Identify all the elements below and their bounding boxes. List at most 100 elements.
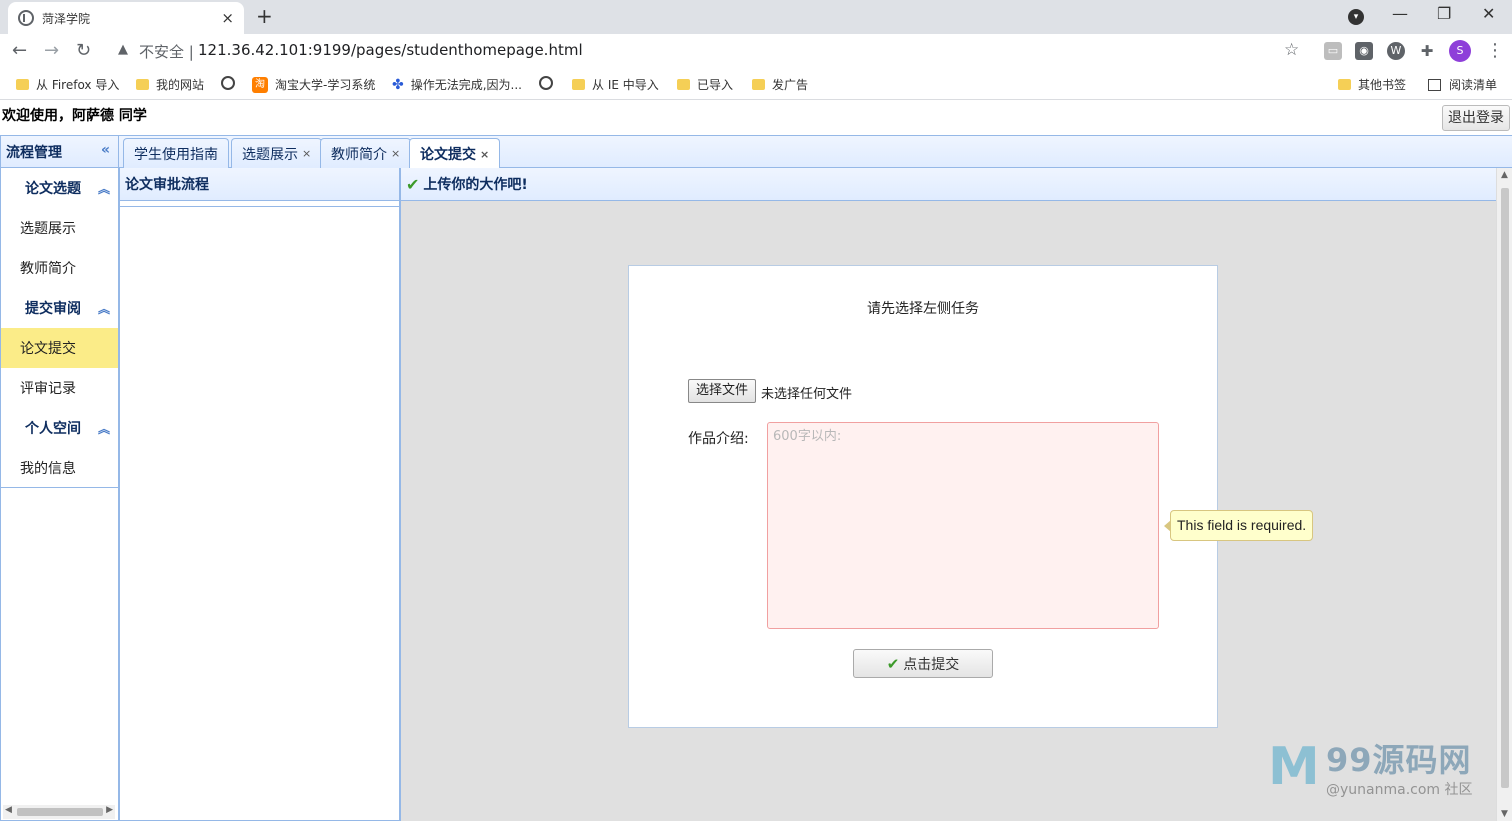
- scroll-up-icon[interactable]: ▲: [1501, 170, 1508, 180]
- submit-form: 请先选择左侧任务 选择文件 未选择任何文件 作品介绍: ✔ 点击提交: [628, 265, 1218, 728]
- scroll-left-icon[interactable]: ◀: [5, 805, 12, 815]
- new-tab-button[interactable]: +: [256, 4, 273, 28]
- menu-group-label: 论文选题: [25, 181, 81, 197]
- bookmarks-bar: 从 Firefox 导入 我的网站 淘淘宝大学-学习系统 ✤ 操作无法完成,因为.…: [0, 68, 1512, 100]
- form-hint: 请先选择左侧任务: [867, 301, 979, 317]
- watermark-logo: M: [1268, 737, 1320, 797]
- folder-icon: [677, 79, 690, 90]
- bookmark-globe[interactable]: [539, 76, 560, 90]
- profile-avatar[interactable]: S: [1449, 40, 1471, 62]
- scroll-down-icon[interactable]: ▼: [1501, 809, 1508, 819]
- validation-tooltip: This field is required.: [1163, 510, 1314, 541]
- choose-file-button[interactable]: 选择文件: [688, 379, 756, 403]
- menu-item-thesis-submit[interactable]: 论文提交: [1, 328, 118, 368]
- approval-flow-panel: 论文审批流程: [119, 168, 400, 821]
- browser-menu-icon[interactable]: ⋮: [1486, 40, 1504, 61]
- forward-icon[interactable]: →: [44, 40, 59, 61]
- taobao-icon: 淘: [252, 76, 268, 93]
- watermark-text: 99源码网: [1326, 741, 1472, 779]
- divider: [120, 201, 399, 207]
- approval-flow-title: 论文审批流程: [120, 168, 399, 201]
- watermark-subtext: @yunanma.com 社区: [1326, 782, 1473, 798]
- sidebar-header: 流程管理 «: [1, 135, 118, 168]
- submit-label: 点击提交: [903, 656, 960, 673]
- bookmark-item[interactable]: 我的网站: [136, 76, 204, 93]
- url-text[interactable]: 121.36.42.101:9199/pages/studenthomepage…: [198, 41, 583, 59]
- submit-button[interactable]: ✔ 点击提交: [853, 649, 993, 678]
- chevron-up-icon[interactable]: ︽: [98, 300, 110, 317]
- bookmark-item[interactable]: 从 IE 中导入: [572, 76, 659, 93]
- checkmark-icon: ✔: [406, 174, 420, 194]
- menu-group-label: 个人空间: [25, 421, 81, 437]
- folder-icon: [572, 79, 585, 90]
- tab-close-icon[interactable]: ×: [221, 9, 234, 27]
- intro-label: 作品介绍:: [688, 431, 749, 447]
- browser-tab[interactable]: 菏泽学院 ×: [8, 2, 244, 34]
- intro-textarea[interactable]: [767, 422, 1159, 629]
- file-status: 未选择任何文件: [761, 387, 853, 402]
- bookmark-item[interactable]: 已导入: [677, 76, 733, 93]
- upload-panel-header: ✔ 上传你的大作吧!: [401, 168, 1496, 201]
- reload-icon[interactable]: ↻: [76, 40, 91, 61]
- menu-group-thesis-topic[interactable]: 论文选题 ︽: [1, 168, 118, 208]
- bookmark-item[interactable]: ✤ 操作无法完成,因为...: [392, 76, 522, 93]
- tab-thesis-submit[interactable]: 论文提交 ×: [409, 138, 501, 169]
- logout-button[interactable]: 退出登录: [1442, 105, 1510, 131]
- upload-panel: ✔ 上传你的大作吧! 请先选择左侧任务 选择文件 未选择任何文件 作品介绍: ✔…: [400, 168, 1496, 821]
- chevron-up-icon[interactable]: ︽: [98, 420, 110, 437]
- folder-icon: [1338, 79, 1351, 90]
- extension-icon[interactable]: ▭: [1324, 42, 1342, 60]
- menu-item-review-records[interactable]: 评审记录: [1, 368, 118, 408]
- tab-topic-display[interactable]: 选题展示 ×: [231, 138, 323, 168]
- back-icon[interactable]: ←: [12, 40, 27, 61]
- menu-group-submit-review[interactable]: 提交审阅 ︽: [1, 288, 118, 328]
- minimize-icon[interactable]: —: [1392, 4, 1408, 23]
- menu-item-my-info[interactable]: 我的信息: [1, 448, 118, 488]
- tab-close-icon[interactable]: ×: [480, 148, 489, 161]
- restore-icon[interactable]: ❐: [1437, 4, 1451, 23]
- bookmark-item[interactable]: 淘淘宝大学-学习系统: [252, 76, 375, 93]
- welcome-text: 欢迎使用，阿萨德 同学: [2, 108, 147, 124]
- checkmark-icon: ✔: [886, 654, 900, 673]
- vertical-scrollbar[interactable]: ▲ ▼: [1496, 168, 1512, 821]
- globe-icon: [539, 76, 553, 90]
- sidebar-empty-area: ◀ ▶: [1, 487, 118, 821]
- sidebar: 流程管理 « 论文选题 ︽ 选题展示 教师简介 提交审阅 ︽ 论文提交 评审记录…: [0, 135, 119, 821]
- tab-teacher-intro[interactable]: 教师简介 ×: [320, 138, 412, 168]
- folder-icon: [136, 79, 149, 90]
- menu-item-topic-display[interactable]: 选题展示: [1, 208, 118, 248]
- menu-group-label: 提交审阅: [25, 301, 81, 317]
- collapse-left-icon[interactable]: «: [101, 142, 110, 158]
- horizontal-scrollbar[interactable]: ◀ ▶: [3, 805, 115, 819]
- window-close-icon[interactable]: ✕: [1482, 4, 1495, 23]
- other-bookmarks[interactable]: 其他书签: [1338, 76, 1406, 93]
- bookmark-item[interactable]: 从 Firefox 导入: [16, 76, 119, 93]
- scroll-thumb[interactable]: [17, 808, 103, 816]
- insecure-label[interactable]: 不安全 |: [139, 41, 194, 62]
- web-page: 欢迎使用，阿萨德 同学 退出登录 流程管理 « 论文选题 ︽ 选题展示 教师简介…: [0, 101, 1512, 821]
- camera-icon[interactable]: ◉: [1355, 42, 1373, 60]
- tab-close-icon[interactable]: ×: [302, 147, 311, 160]
- content-tabs: 学生使用指南 选题展示 × 教师简介 × 论文提交 ×: [119, 135, 1512, 169]
- globe-icon: [221, 76, 235, 90]
- bookmark-star-icon[interactable]: ☆: [1284, 40, 1299, 60]
- tab-student-guide[interactable]: 学生使用指南: [123, 138, 229, 168]
- scroll-right-icon[interactable]: ▶: [106, 805, 113, 815]
- browser-tabstrip: 菏泽学院 × + ▾ — ❐ ✕: [0, 0, 1512, 34]
- scroll-thumb[interactable]: [1501, 188, 1509, 788]
- warning-icon[interactable]: ▲: [118, 42, 128, 57]
- bookmark-item[interactable]: 发广告: [752, 76, 808, 93]
- puzzle-icon[interactable]: ✚: [1418, 42, 1436, 60]
- tab-close-icon[interactable]: ×: [391, 147, 400, 160]
- baidu-paw-icon: ✤: [392, 76, 404, 93]
- browser-tab-title: 菏泽学院: [42, 11, 91, 26]
- tab-search-icon[interactable]: ▾: [1348, 9, 1364, 25]
- menu-item-teacher-intro[interactable]: 教师简介: [1, 248, 118, 288]
- bookmark-globe[interactable]: [221, 76, 242, 90]
- w-extension-icon[interactable]: W: [1387, 42, 1405, 60]
- reading-list[interactable]: 阅读清单: [1428, 76, 1497, 93]
- chevron-up-icon[interactable]: ︽: [98, 180, 110, 197]
- menu-group-personal-space[interactable]: 个人空间 ︽: [1, 408, 118, 448]
- site-favicon-icon: [18, 10, 34, 26]
- sidebar-title: 流程管理: [6, 144, 62, 161]
